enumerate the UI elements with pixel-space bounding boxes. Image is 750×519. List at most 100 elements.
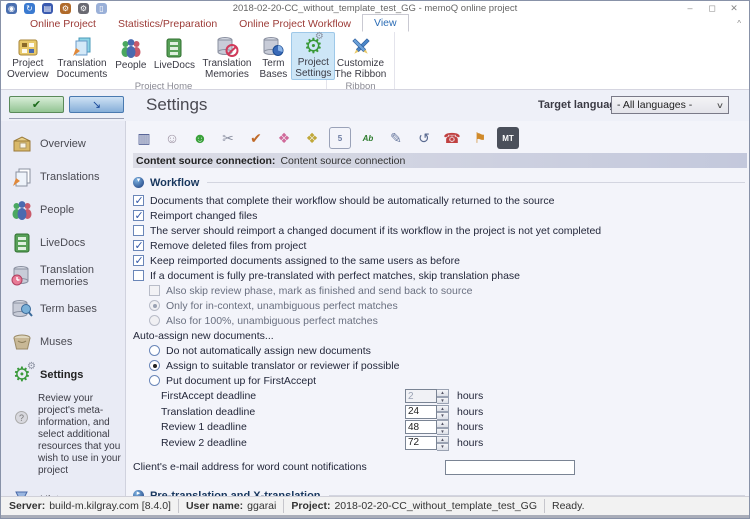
window-title: 2018-02-20-CC_without_template_test_GG -… xyxy=(1,3,749,14)
forward-button[interactable]: ↘ xyxy=(69,96,124,113)
status-project: Project: 2018-02-20-CC_without_template_… xyxy=(284,499,545,513)
section-title: Workflow xyxy=(150,177,199,189)
people-icon xyxy=(119,35,143,61)
mt-settings-icon[interactable]: MT xyxy=(497,127,519,149)
minimize-icon[interactable]: – xyxy=(679,1,701,15)
section-pre-translation[interactable]: Pre-translation and X-translation xyxy=(133,488,749,496)
checkbox[interactable] xyxy=(133,225,144,236)
radio-button[interactable] xyxy=(149,375,160,386)
translation-documents-button[interactable]: Translation Documents xyxy=(53,32,112,80)
tab-online-project[interactable]: Online Project xyxy=(19,16,107,32)
sidebar-item-term-bases[interactable]: Term bases xyxy=(1,292,125,325)
client-email-input[interactable] xyxy=(445,460,575,475)
radio-button[interactable] xyxy=(149,345,160,356)
ribbon-button-label: Translation Memories xyxy=(202,59,251,80)
checkbox[interactable] xyxy=(149,285,160,296)
project-settings-icon: ⚙⚙ xyxy=(304,35,323,58)
sidebar-item-muses[interactable]: Muses xyxy=(1,325,125,358)
rollback-icon[interactable]: ↺ xyxy=(413,127,435,149)
sidebar-item-label: LiveDocs xyxy=(40,237,85,249)
qa-settings-icon[interactable]: ✔ xyxy=(245,127,267,149)
help-icon: ? xyxy=(15,411,28,424)
page-header: ✔ ↘ Settings Target language - All langu… xyxy=(1,90,749,121)
workflow-option-row: Documents that complete their workflow s… xyxy=(133,193,749,208)
segmentation-rules-icon[interactable]: ✂ xyxy=(217,127,239,149)
target-language-dropdown[interactable]: - All languages - ∨ xyxy=(611,96,729,114)
workflow-suboption-row: Only for in-context, unambiguous perfect… xyxy=(149,298,749,313)
project-overview-button[interactable]: Project Overview xyxy=(3,32,53,80)
spin-up-icon[interactable] xyxy=(437,405,449,413)
deadline-input[interactable] xyxy=(405,436,437,450)
tab-online-project-workflow[interactable]: Online Project Workflow xyxy=(228,16,362,32)
people-button[interactable]: People xyxy=(111,32,150,80)
tm-settings-icon[interactable]: ❖ xyxy=(273,127,295,149)
lqa-icon[interactable]: ✎ xyxy=(385,127,407,149)
livedocs-icon xyxy=(9,231,35,255)
customize-ribbon-icon xyxy=(349,35,373,59)
settings-pane: ▥ ☺ ☻ ✂ ✔ ❖ ❖ 5 Ab ✎ ↺ ☎ ⚑ MT Content so… xyxy=(126,121,749,496)
tab-view[interactable]: View xyxy=(362,14,409,32)
sidebar-item-translation-memories[interactable]: Translation memories xyxy=(1,259,125,292)
spin-up-icon[interactable] xyxy=(437,436,449,444)
sidebar-item-translations[interactable]: Translations xyxy=(1,160,125,193)
ribbon-button-label: LiveDocs xyxy=(154,61,195,72)
translation-documents-icon xyxy=(70,35,94,59)
workflow-icon[interactable]: ☻ xyxy=(189,127,211,149)
spin-down-icon[interactable] xyxy=(437,428,449,436)
livedocs-button[interactable]: LiveDocs xyxy=(150,32,198,80)
status-ready-text: Ready. xyxy=(552,500,585,512)
status-project-value: 2018-02-20-CC_without_template_test_GG xyxy=(334,500,537,512)
status-server: Server: build-m.kilgray.com [8.4.0] xyxy=(7,499,179,513)
auto-assign-option-row: Put document up for FirstAccept xyxy=(149,373,749,388)
sidebar-item-overview[interactable]: Overview xyxy=(1,127,125,160)
memoq-window: ◉ ↻ ▤ ⚙ ⚙ ▯ 2018-02-20-CC_without_templa… xyxy=(0,0,750,519)
maximize-icon[interactable]: ◻ xyxy=(701,1,723,15)
auto-assign-label-row: Auto-assign new documents... xyxy=(133,328,749,343)
deadline-input[interactable] xyxy=(405,389,437,403)
term-bases-button[interactable]: Term Bases xyxy=(256,32,292,80)
sidebar-item-label: Translations xyxy=(40,171,100,183)
checkbox[interactable] xyxy=(133,240,144,251)
page-title: Settings xyxy=(146,95,207,115)
penalties-icon[interactable]: 5 xyxy=(329,127,351,149)
collapse-ribbon-icon[interactable]: ^ xyxy=(737,19,741,28)
tab-statistics-preparation[interactable]: Statistics/Preparation xyxy=(107,16,228,32)
content-source-connection-icon[interactable]: ▥ xyxy=(133,127,155,149)
checkbox-label: The server should reimport a changed doc… xyxy=(150,225,601,237)
checkbox[interactable] xyxy=(133,210,144,221)
ribbon-button-label: Term Bases xyxy=(260,59,288,80)
translation-memories-button[interactable]: Translation Memories xyxy=(198,32,255,80)
sidebar-item-settings[interactable]: ⚙ ⚙ Settings xyxy=(1,358,125,391)
radio-label: Also for 100%, unambiguous perfect match… xyxy=(166,315,378,327)
settings-description-text: Review your project's meta-information, … xyxy=(38,393,121,477)
section-workflow[interactable]: Workflow xyxy=(133,175,749,190)
deadline-input[interactable] xyxy=(405,420,437,434)
languages-icon[interactable]: ⚑ xyxy=(469,127,491,149)
spin-down-icon[interactable] xyxy=(437,397,449,405)
sidebar-item-people[interactable]: People xyxy=(1,193,125,226)
target-language-label: Target language xyxy=(538,99,622,111)
selected-category-bar: Content source connection: Content sourc… xyxy=(133,153,747,168)
status-server-label: Server: xyxy=(9,500,45,512)
radio-button[interactable] xyxy=(149,360,160,371)
accept-changes-button[interactable]: ✔ xyxy=(9,96,64,113)
spelling-icon[interactable]: Ab xyxy=(357,127,379,149)
livedocs-settings-icon[interactable]: ❖ xyxy=(301,127,323,149)
checkbox[interactable] xyxy=(133,195,144,206)
checkbox[interactable] xyxy=(133,255,144,266)
livedocs-icon xyxy=(162,35,186,61)
spin-down-icon[interactable] xyxy=(437,412,449,420)
radio-button[interactable] xyxy=(149,315,160,326)
checkbox[interactable] xyxy=(133,270,144,281)
deadline-input[interactable] xyxy=(405,405,437,419)
spin-up-icon[interactable] xyxy=(437,420,449,428)
close-icon[interactable]: ✕ xyxy=(723,1,745,15)
customize-the-ribbon-button[interactable]: Customize The Ribbon xyxy=(329,32,392,80)
spin-up-icon[interactable] xyxy=(437,389,449,397)
offline-icon[interactable]: ☎ xyxy=(441,127,463,149)
radio-label: Assign to suitable translator or reviewe… xyxy=(166,360,399,372)
radio-button[interactable] xyxy=(149,300,160,311)
spin-down-icon[interactable] xyxy=(437,443,449,451)
communication-icon[interactable]: ☺ xyxy=(161,127,183,149)
sidebar-item-livedocs[interactable]: LiveDocs xyxy=(1,226,125,259)
